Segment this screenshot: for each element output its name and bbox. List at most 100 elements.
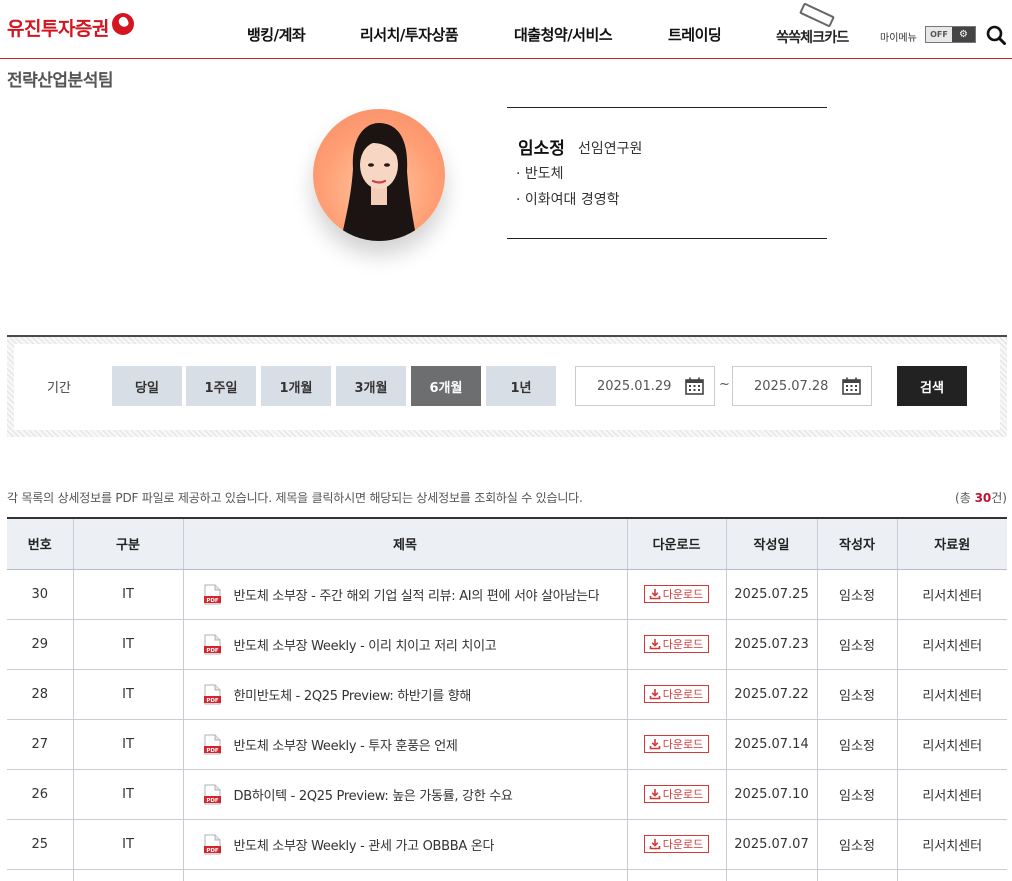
nav-research[interactable]: 리서치/투자상품 <box>360 24 459 45</box>
svg-text:PDF: PDF <box>206 797 219 803</box>
date-from-input[interactable]: 2025.01.29 <box>575 366 715 406</box>
row-category: IT <box>73 719 184 770</box>
report-title[interactable]: 반도체 소부장 - 주간 해외 기업 실적 리뷰: AI의 편에 서야 살아남는… <box>234 585 600 604</box>
row-title-cell <box>183 869 628 881</box>
row-title-cell: PDF 반도체 소부장 Weekly - 이리 치이고 저리 치이고 <box>183 619 628 670</box>
row-download-cell: 다운로드 <box>627 719 727 770</box>
card-icon <box>799 2 835 28</box>
table-row[interactable]: 26 IT PDF DB하이텍 - 2Q25 Preview: 높은 가동률, 강한 … <box>7 769 1007 820</box>
search-button[interactable]: 검색 <box>897 366 967 406</box>
row-title-cell: PDF DB하이텍 - 2Q25 Preview: 높은 가동률, 강한 수요 <box>183 769 628 820</box>
report-title-link[interactable]: PDF DB하이텍 - 2Q25 Preview: 높은 가동률, 강한 수요 <box>203 784 627 805</box>
total-count-number: 30 <box>974 491 992 505</box>
row-source: 리서치센터 <box>897 619 1007 670</box>
period-today-button[interactable]: 당일 <box>112 366 182 406</box>
row-category: IT <box>73 819 184 870</box>
table-row[interactable]: 25 IT PDF 반도체 소부장 Weekly - 관세 가고 OBBBA 온다 다운… <box>7 819 1007 870</box>
table-header-row: 번호 구분 제목 다운로드 작성일 작성자 자료원 <box>7 518 1007 570</box>
list-description: 각 목록의 상세정보를 PDF 파일로 제공하고 있습니다. 제목을 클릭하시면… <box>7 491 583 505</box>
report-title[interactable]: 한미반도체 - 2Q25 Preview: 하반기를 향해 <box>234 685 472 704</box>
logo-mark-icon <box>111 12 134 35</box>
download-button[interactable]: 다운로드 <box>643 684 710 703</box>
row-number: 28 <box>7 669 74 720</box>
total-suffix: 건) <box>991 491 1007 505</box>
report-title-link[interactable]: PDF 한미반도체 - 2Q25 Preview: 하반기를 향해 <box>203 684 627 705</box>
portrait-illustration <box>341 123 417 241</box>
search-icon[interactable] <box>986 25 1006 45</box>
date-to-value: 2025.07.28 <box>754 378 829 394</box>
analyst-name: 임소정 <box>518 139 565 159</box>
period-1year-button[interactable]: 1년 <box>486 366 556 406</box>
row-download-cell <box>627 869 727 881</box>
calendar-icon[interactable] <box>685 377 704 395</box>
row-category: IT <box>73 669 184 720</box>
download-button[interactable]: 다운로드 <box>643 634 710 653</box>
row-author: 임소정 <box>817 719 898 770</box>
svg-text:PDF: PDF <box>206 847 219 853</box>
header-title: 제목 <box>183 518 628 570</box>
period-1week-button[interactable]: 1주일 <box>186 366 256 406</box>
header-source: 자료원 <box>897 518 1007 570</box>
row-author: 임소정 <box>817 619 898 670</box>
report-title[interactable]: 반도체 소부장 Weekly - 관세 가고 OBBBA 온다 <box>234 835 495 854</box>
total-prefix: (총 <box>955 491 975 505</box>
table-row[interactable]: 27 IT PDF 반도체 소부장 Weekly - 투자 훈풍은 언제 다운로드 202… <box>7 719 1007 770</box>
download-button[interactable]: 다운로드 <box>643 784 710 803</box>
download-button[interactable]: 다운로드 <box>643 834 710 853</box>
row-download-cell: 다운로드 <box>627 769 727 820</box>
date-to-input[interactable]: 2025.07.28 <box>732 366 872 406</box>
nav-loan-service[interactable]: 대출청약/서비스 <box>514 24 613 45</box>
period-3month-button[interactable]: 3개월 <box>336 366 406 406</box>
row-source: 리서치센터 <box>897 719 1007 770</box>
nav-trading[interactable]: 트레이딩 <box>668 24 722 45</box>
table-row[interactable]: 29 IT PDF 반도체 소부장 Weekly - 이리 치이고 저리 치이고 다운로… <box>7 619 1007 670</box>
download-button[interactable]: 다운로드 <box>643 734 710 753</box>
row-download-cell: 다운로드 <box>627 669 727 720</box>
svg-text:PDF: PDF <box>206 697 219 703</box>
total-count: (총 30건) <box>955 489 1007 506</box>
nav-banking[interactable]: 뱅킹/계좌 <box>247 24 306 45</box>
row-number: 24 <box>7 869 74 881</box>
report-title-link[interactable]: PDF 반도체 소부장 Weekly - 투자 훈풍은 언제 <box>203 734 627 755</box>
row-date <box>726 869 818 881</box>
report-table: 번호 구분 제목 다운로드 작성일 작성자 자료원 30 IT PDF 반도체 소부장… <box>7 517 1007 881</box>
download-button[interactable]: 다운로드 <box>643 584 710 603</box>
pdf-icon: PDF <box>203 584 221 604</box>
row-download-cell: 다운로드 <box>627 819 727 870</box>
download-label: 다운로드 <box>662 637 704 651</box>
logo[interactable]: 유진투자증권 <box>7 12 134 41</box>
page-title: 전략산업분석팀 <box>7 71 113 91</box>
row-number: 26 <box>7 769 74 820</box>
toggle-state: OFF <box>926 27 952 42</box>
report-title-link[interactable]: PDF 반도체 소부장 Weekly - 이리 치이고 저리 치이고 <box>203 634 627 655</box>
date-range-separator: ~ <box>719 377 730 392</box>
period-1month-button[interactable]: 1개월 <box>261 366 331 406</box>
download-label: 다운로드 <box>662 687 704 701</box>
report-title[interactable]: 반도체 소부장 Weekly - 투자 훈풍은 언제 <box>234 735 458 754</box>
download-icon <box>649 638 661 649</box>
calendar-icon[interactable] <box>842 377 861 395</box>
analyst-position: 선임연구원 <box>578 141 643 157</box>
download-label: 다운로드 <box>662 837 704 851</box>
pdf-icon: PDF <box>203 684 221 704</box>
report-title[interactable]: DB하이텍 - 2Q25 Preview: 높은 가동률, 강한 수요 <box>234 785 513 804</box>
row-source <box>897 869 1007 881</box>
report-title-link[interactable]: PDF 반도체 소부장 - 주간 해외 기업 실적 리뷰: AI의 편에 서야 살… <box>203 584 627 605</box>
mymenu-toggle[interactable]: OFF ⚙ <box>925 26 976 43</box>
table-row[interactable]: 28 IT PDF 한미반도체 - 2Q25 Preview: 하반기를 향해 다운로드… <box>7 669 1007 720</box>
header-category: 구분 <box>73 518 184 570</box>
nav-check-card[interactable]: 쏙쏙체크카드 <box>776 27 849 47</box>
table-row[interactable]: 24IT <box>7 869 1007 881</box>
row-number: 29 <box>7 619 74 670</box>
row-number: 27 <box>7 719 74 770</box>
row-category: IT <box>73 869 184 881</box>
report-title[interactable]: 반도체 소부장 Weekly - 이리 치이고 저리 치이고 <box>234 635 497 654</box>
table-row[interactable]: 30 IT PDF 반도체 소부장 - 주간 해외 기업 실적 리뷰: AI의 편에 … <box>7 569 1007 620</box>
period-6month-button[interactable]: 6개월 <box>411 366 481 406</box>
download-label: 다운로드 <box>662 737 704 751</box>
period-label: 기간 <box>47 381 71 396</box>
row-download-cell: 다운로드 <box>627 569 727 620</box>
row-category: IT <box>73 569 184 620</box>
report-title-link[interactable]: PDF 반도체 소부장 Weekly - 관세 가고 OBBBA 온다 <box>203 834 627 855</box>
download-icon <box>649 688 661 699</box>
